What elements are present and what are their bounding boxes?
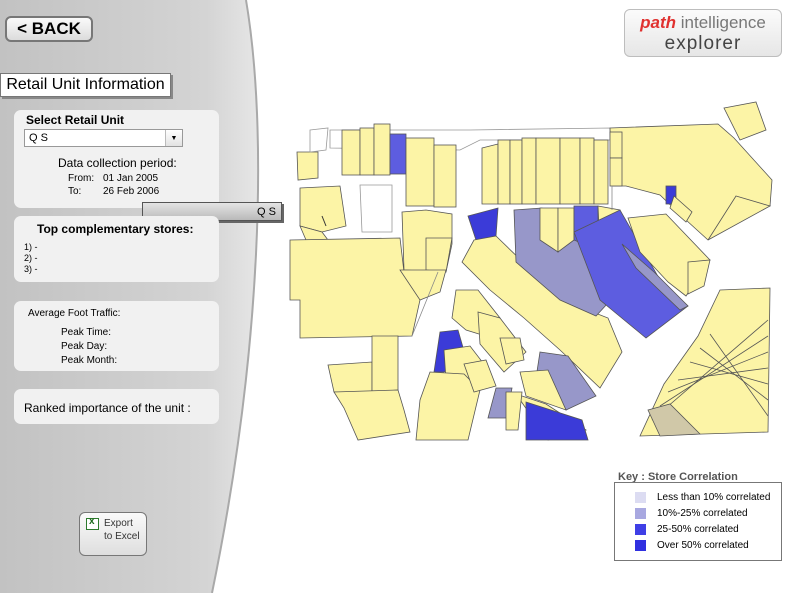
to-label: To: [68, 186, 82, 197]
excel-icon [86, 516, 99, 530]
key-swatch [635, 508, 646, 519]
collection-period-heading: Data collection period: [58, 156, 177, 170]
from-value: 01 Jan 2005 [103, 173, 159, 184]
select-unit-label: Select Retail Unit [26, 113, 125, 127]
chevron-down-icon[interactable]: ▼ [165, 130, 182, 146]
from-label: From: [68, 173, 95, 184]
complementary-list: 1) - 2) - 3) - [24, 242, 38, 275]
list-item: 1) - [24, 242, 38, 252]
store-unit-correlated [389, 133, 407, 175]
panel-title: Retail Unit Information [0, 73, 171, 97]
correlation-key: Less than 10% correlated 10%-25% correla… [614, 482, 782, 561]
list-item: 2) - [24, 253, 38, 263]
traffic-heading: Average Foot Traffic: [28, 308, 121, 319]
selected-unit-value: Q S [29, 132, 48, 144]
peak-month-label: Peak Month: [61, 355, 118, 366]
key-swatch [635, 540, 646, 551]
path-intelligence-logo: path intelligence explorer [624, 9, 782, 57]
key-swatch [635, 492, 646, 503]
ranked-importance-label: Ranked importance of the unit : [24, 401, 191, 415]
export-to-excel-button[interactable]: Exportto Excel [79, 512, 147, 556]
complementary-heading: Top complementary stores: [37, 222, 194, 236]
to-value: 26 Feb 2006 [103, 186, 160, 197]
retail-unit-select[interactable]: Q S ▼ [24, 129, 183, 147]
list-item: 3) - [24, 264, 38, 274]
back-button[interactable]: < BACK [5, 16, 93, 42]
peak-time-label: Peak Time: [61, 327, 112, 338]
peak-day-label: Peak Day: [61, 341, 108, 352]
key-swatch [635, 524, 646, 535]
